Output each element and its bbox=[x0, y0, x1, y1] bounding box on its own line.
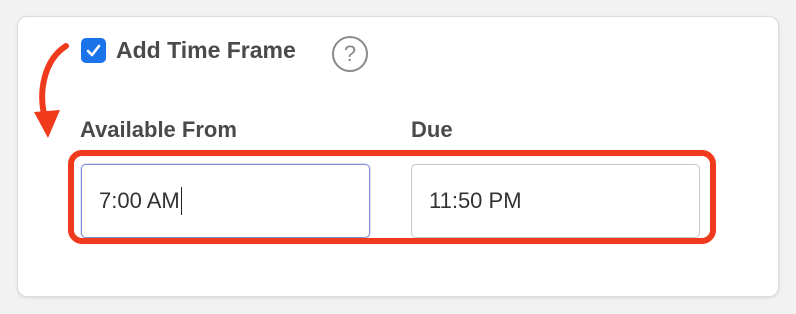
checkmark-icon bbox=[86, 44, 101, 57]
question-circle-icon[interactable]: ? bbox=[332, 36, 368, 72]
due-label: Due bbox=[411, 117, 453, 142]
annotation-highlight-box bbox=[68, 150, 716, 244]
available-from-label: Available From bbox=[80, 117, 237, 142]
curved-arrow-icon bbox=[34, 43, 69, 138]
add-time-frame-label[interactable]: Add Time Frame bbox=[116, 34, 296, 66]
add-time-frame-checkbox[interactable] bbox=[81, 38, 106, 63]
